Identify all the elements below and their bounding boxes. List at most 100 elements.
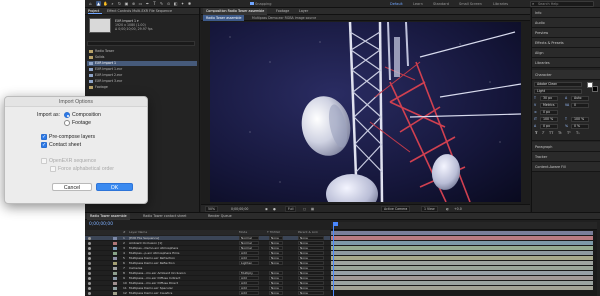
blend-mode-dropdown[interactable]: Add [239,281,259,285]
layer-duration-bar[interactable] [331,246,593,250]
workspace-small-screen[interactable]: Small Screen [459,1,482,7]
pre-compose-label[interactable]: Pre-compose layers [49,134,95,140]
camera-tool-icon[interactable]: ▣ [124,1,129,6]
all-caps-icon[interactable]: TT [549,131,553,136]
layer-row[interactable]: 12 Multipass Demo.exr Caustics Add None None [85,291,330,296]
parent-dropdown[interactable]: None [298,281,324,285]
composition-radio-label[interactable]: Composition [72,112,101,118]
breadcrumb-comp[interactable]: Radio Tower assemble [203,15,245,21]
font-size-field[interactable]: 30 px [540,96,558,101]
project-list-item[interactable]: Solids [87,55,197,60]
contact-sheet-checkbox[interactable]: ✓ [41,142,47,148]
label-color-swatch[interactable] [113,257,117,260]
font-family-dropdown[interactable]: Adobe Clean [534,82,582,87]
playhead-handle[interactable] [333,222,338,226]
label-color-swatch[interactable] [113,292,117,295]
visibility-eye-icon[interactable] [88,262,91,265]
visibility-eye-icon[interactable] [88,272,91,275]
footage-radio-label[interactable]: Footage [72,120,91,126]
panel-preview[interactable]: Preview [532,28,600,38]
tsume-field[interactable]: 0 % [571,124,589,129]
workspace-learn[interactable]: Learn [413,1,423,7]
cancel-button[interactable]: Cancel [52,183,92,191]
project-list-item[interactable]: Radio Tower [87,49,197,54]
visibility-eye-icon[interactable] [88,257,91,260]
parent-dropdown[interactable]: None [298,241,324,245]
blend-mode-dropdown[interactable]: Normal [239,241,259,245]
brush-tool-icon[interactable]: ✎ [159,1,164,6]
parent-dropdown[interactable]: None [298,271,324,275]
label-color-swatch[interactable] [113,262,117,265]
composition-canvas[interactable] [210,22,521,202]
baseline-shift-field[interactable]: 0 px [540,124,558,129]
tab-composition[interactable]: Composition Radio Tower assemble [203,8,268,15]
label-color-swatch[interactable] [113,252,117,255]
layer-name[interactable]: Multipass Demo.exr Caustics [129,291,195,296]
label-color-swatch[interactable] [113,237,117,240]
track-matte-dropdown[interactable]: None [269,271,283,275]
workspace-standard[interactable]: Standard [433,1,449,7]
eraser-tool-icon[interactable]: ◧ [173,1,178,6]
faux-bold-icon[interactable]: T [535,131,537,136]
blend-mode-dropdown[interactable]: Add [239,256,259,260]
faux-italic-icon[interactable]: T [542,131,544,136]
pre-compose-checkbox[interactable]: ✓ [41,134,47,140]
column-parent[interactable]: Parent & Link [298,230,318,235]
ok-button[interactable]: OK [96,183,133,191]
layer-duration-bar[interactable] [331,271,593,275]
layer-duration-bar[interactable] [331,276,593,280]
label-color-swatch[interactable] [113,242,117,245]
kerning-field[interactable]: Metrics [540,103,558,108]
timeline-timecode[interactable]: 0;00;00;00 [89,222,113,227]
project-list-item[interactable]: EXR Import 2.exr [87,73,197,78]
layer-duration-bar[interactable] [331,251,593,255]
panel-info[interactable]: Info [532,8,600,18]
selection-tool-icon[interactable]: ▲ [96,1,101,6]
column-track-matte[interactable]: T TrkMat [267,230,280,235]
track-matte-dropdown[interactable]: None [269,276,283,280]
layer-duration-bar[interactable] [331,261,593,265]
rotate-tool-icon[interactable]: ↻ [117,1,122,6]
project-list-item[interactable]: EXR Import 3.exr [87,79,197,84]
timeline-track-area[interactable] [331,222,597,296]
parent-dropdown[interactable]: None [298,251,324,255]
visibility-eye-icon[interactable] [88,277,91,280]
parent-dropdown[interactable]: None [298,291,324,295]
roto-brush-tool-icon[interactable]: ✦ [180,1,185,6]
hand-tool-icon[interactable]: ✋ [103,1,108,6]
pan-behind-tool-icon[interactable]: ⊕ [131,1,136,6]
label-color-swatch[interactable] [113,277,117,280]
parent-dropdown[interactable]: None [298,286,324,290]
panel-character-header[interactable]: Character [532,70,600,80]
tab-render-queue[interactable]: Render Queue [205,213,235,220]
parent-dropdown[interactable]: None [298,256,324,260]
label-color-swatch[interactable] [113,287,117,290]
blend-mode-dropdown[interactable]: Add [239,286,259,290]
visibility-eye-icon[interactable] [88,292,91,295]
vertical-scale-field[interactable]: 100 % [540,117,558,122]
track-matte-dropdown[interactable]: None [269,241,283,245]
layer-duration-bar[interactable] [331,281,593,285]
layer-duration-bar[interactable] [331,231,593,235]
track-matte-dropdown[interactable]: None [269,291,283,295]
track-matte-dropdown[interactable]: None [269,281,283,285]
label-color-swatch[interactable] [113,267,117,270]
blend-mode-dropdown[interactable]: Add [239,276,259,280]
horizontal-scale-field[interactable]: 100 % [571,117,589,122]
playhead[interactable] [333,222,338,296]
blend-mode-dropdown[interactable]: Multiply [239,271,259,275]
blend-mode-dropdown[interactable]: Lighten [239,261,259,265]
puppet-tool-icon[interactable]: ✱ [187,1,192,6]
track-matte-dropdown[interactable]: None [269,256,283,260]
label-color-swatch[interactable] [113,247,117,250]
blend-mode-dropdown[interactable]: Normal [239,246,259,250]
layer-duration-bar[interactable] [331,236,593,240]
parent-dropdown[interactable]: None [298,266,324,270]
layer-duration-bar[interactable] [331,266,593,270]
visibility-eye-icon[interactable] [88,287,91,290]
visibility-eye-icon[interactable] [88,247,91,250]
visibility-eye-icon[interactable] [88,237,91,240]
superscript-icon[interactable]: T¹ [567,131,571,136]
panel-align[interactable]: Align [532,48,600,58]
visibility-eye-icon[interactable] [88,242,91,245]
